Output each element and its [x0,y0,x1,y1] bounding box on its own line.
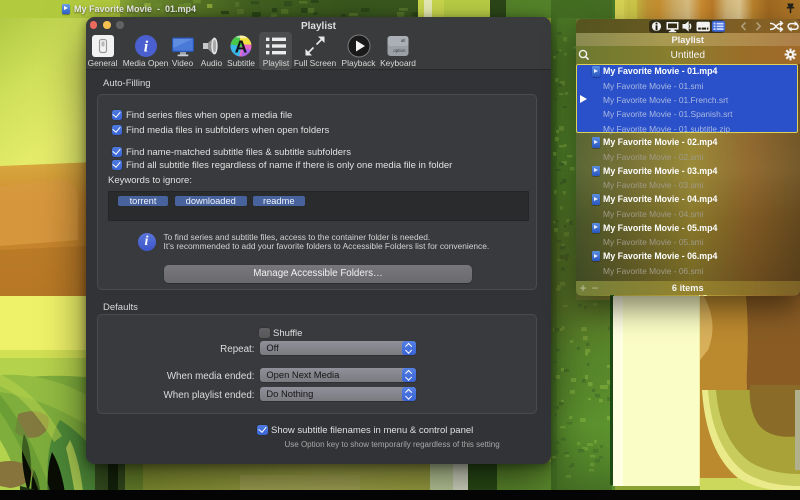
svg-text:option: option [393,48,406,53]
svg-text:alt: alt [401,38,407,43]
svg-text:i: i [143,39,148,56]
